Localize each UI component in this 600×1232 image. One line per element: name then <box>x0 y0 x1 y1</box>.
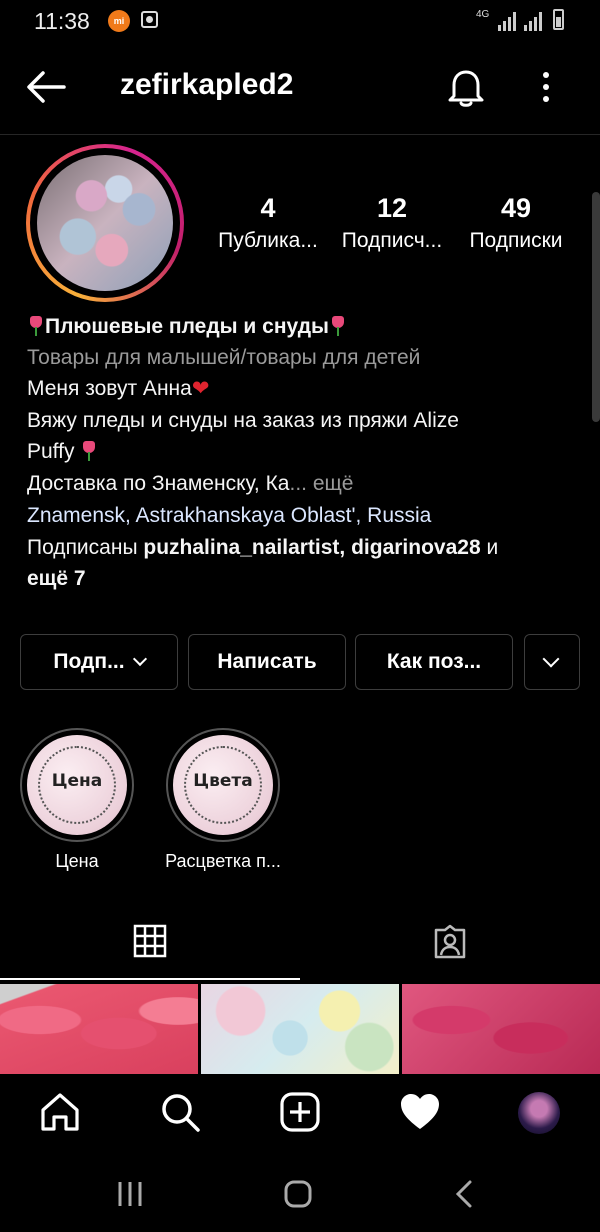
highlight-cover-text: Цена <box>51 771 103 791</box>
grid-icon[interactable] <box>133 924 167 958</box>
highlight-colors[interactable]: Цвета <box>166 728 280 842</box>
message-button[interactable]: Написать <box>188 634 346 690</box>
more-options-icon[interactable] <box>534 70 558 104</box>
stat-posts[interactable]: 4 Публика... <box>206 192 330 256</box>
post-thumbnail[interactable] <box>201 984 399 1074</box>
profile-avatar[interactable] <box>37 155 173 291</box>
bell-icon[interactable] <box>446 66 486 108</box>
post-thumbnail[interactable] <box>402 984 600 1074</box>
mi-notification-icon: mi <box>108 10 130 32</box>
post-thumbnail[interactable] <box>0 984 198 1074</box>
followed-by-users[interactable]: puzhalina_nailartist, digarinova28 <box>143 536 480 559</box>
following-button[interactable]: Подп... <box>20 634 178 690</box>
stat-following-label: Подписки <box>469 229 563 252</box>
bio-name-text: Плюшевые пледы и снуды <box>45 315 329 338</box>
battery-icon <box>553 9 564 30</box>
highlight-label[interactable]: Цена <box>20 851 134 872</box>
bio-category: Товары для малышей/товары для детей <box>27 346 421 369</box>
chevron-down-icon <box>542 650 560 668</box>
heart-emoji-icon: ❤ <box>191 377 210 400</box>
profile-tab-avatar[interactable] <box>518 1092 560 1134</box>
new-post-icon[interactable] <box>278 1090 322 1134</box>
tulip-emoji-icon <box>329 316 347 336</box>
status-bar: 11:38 mi 4G <box>0 0 600 44</box>
gallery-notification-icon <box>141 11 158 28</box>
bio-more-link[interactable]: ... ещё <box>289 472 353 495</box>
following-button-label: Подп... <box>53 650 125 673</box>
bio-line-1-text: Меня зовут Анна <box>27 377 192 400</box>
bio-line-3-text: Puffy <box>27 440 75 463</box>
signal-icon <box>498 12 516 31</box>
stat-followers-label: Подписч... <box>341 229 443 252</box>
followed-by-prefix: Подписаны <box>27 536 144 559</box>
bio-location-link[interactable]: Znamensk, Astrakhanskaya Oblast', Russia <box>27 500 587 531</box>
search-icon[interactable] <box>158 1090 202 1134</box>
highlight-cover: Цвета <box>173 735 273 835</box>
tagged-icon[interactable] <box>432 924 468 960</box>
status-time: 11:38 <box>34 8 90 34</box>
chevron-down-icon <box>132 651 147 667</box>
header-divider <box>0 134 600 135</box>
network-type-label: 4G <box>476 9 490 20</box>
highlight-label[interactable]: Расцветка п... <box>143 851 303 872</box>
contact-button[interactable]: Как поз... <box>355 634 513 690</box>
bio-line-4: Доставка по Знаменску, Ка... ещё <box>27 468 587 499</box>
stat-followers-count: 12 <box>376 193 408 223</box>
followed-by-more[interactable]: ещё 7 <box>27 563 587 594</box>
profile-avatar-story-ring[interactable] <box>26 144 184 302</box>
home-icon[interactable] <box>38 1090 82 1134</box>
activity-heart-icon[interactable] <box>398 1090 442 1134</box>
tulip-emoji-icon <box>27 316 45 336</box>
tulip-emoji-icon <box>80 441 98 461</box>
home-button-icon[interactable] <box>282 1178 314 1210</box>
stat-following-count: 49 <box>500 193 532 223</box>
system-back-icon[interactable] <box>452 1178 476 1210</box>
back-arrow-icon[interactable] <box>26 70 66 104</box>
bio-line-3: Puffy <box>27 436 587 467</box>
stat-followers[interactable]: 12 Подписч... <box>330 192 454 256</box>
suggested-accounts-button[interactable] <box>524 634 580 690</box>
highlight-cover: Цена <box>27 735 127 835</box>
stat-posts-label: Публика... <box>218 229 318 252</box>
recent-apps-icon[interactable] <box>116 1178 144 1210</box>
bio-name: Плюшевые пледы и снуды <box>27 311 587 342</box>
bio-line-1: Меня зовут Анна❤ <box>27 373 587 404</box>
active-tab-indicator <box>0 978 300 980</box>
followed-by-and: и <box>480 536 499 559</box>
bio-line-2: Вяжу пледы и снуды на заказ из пряжи Ali… <box>27 409 459 432</box>
stat-posts-count: 4 <box>260 193 276 223</box>
stat-following[interactable]: 49 Подписки <box>454 192 578 256</box>
signal-icon-2 <box>524 12 542 31</box>
highlight-cover-text: Цвета <box>193 771 253 791</box>
bio-followed-by[interactable]: Подписаны puzhalina_nailartist, digarino… <box>27 532 587 563</box>
profile-username: zefirkapled2 <box>120 68 294 101</box>
highlight-price[interactable]: Цена <box>20 728 134 842</box>
scrollbar[interactable] <box>592 192 600 422</box>
bio-line-4-text: Доставка по Знаменску, Ка <box>27 472 290 495</box>
